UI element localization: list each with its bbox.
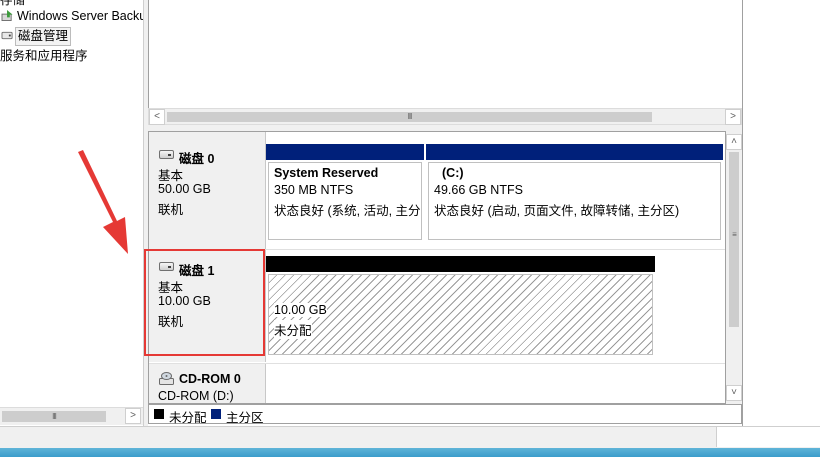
cdrom-icon xyxy=(159,372,174,385)
disk-status: 联机 xyxy=(158,203,184,217)
disk-title: CD-ROM 0 xyxy=(179,372,241,386)
legend-swatch-primary xyxy=(211,409,221,419)
legend-swatch-unallocated xyxy=(154,409,164,419)
scrollbar-thumb[interactable]: III xyxy=(167,112,652,122)
partition-info: 350 MB NTFS xyxy=(274,183,354,197)
scrollbar-thumb[interactable]: ≡ xyxy=(729,152,739,327)
scroll-right-button[interactable]: > xyxy=(725,109,741,125)
status-bar xyxy=(0,426,820,449)
scroll-up-button[interactable]: ˄ xyxy=(726,134,742,150)
chevron-right-icon: > xyxy=(730,111,736,122)
disk-type: CD-ROM (D:) xyxy=(158,389,234,403)
partition-unallocated[interactable]: 10.00 GB 未分配 xyxy=(266,256,655,359)
volume-list-horizontal-scrollbar[interactable]: < III > xyxy=(148,108,742,125)
scroll-left-button[interactable]: < xyxy=(149,109,165,125)
partition-system-reserved[interactable]: System Reserved 350 MB NTFS 状态良好 (系统, 活动… xyxy=(266,144,424,244)
scroll-right-button[interactable]: > xyxy=(125,408,141,424)
legend-label-primary: 主分区 xyxy=(226,411,264,425)
tree-item-label: 存储 xyxy=(0,0,26,7)
disk-management-icon xyxy=(1,31,13,40)
partition-details: 10.00 GB 未分配 xyxy=(268,274,653,355)
tree-horizontal-scrollbar[interactable]: III > xyxy=(0,407,143,425)
disk-title: 磁盘 0 xyxy=(179,152,215,166)
status-bar-segment xyxy=(716,427,820,447)
partition-c-drive[interactable]: (C:) 49.66 GB NTFS 状态良好 (启动, 页面文件, 故障转储,… xyxy=(426,144,723,244)
grip-icon: III xyxy=(52,412,57,421)
tree-item-label: 磁盘管理 xyxy=(15,27,72,46)
partition-details: (C:) 49.66 GB NTFS 状态良好 (启动, 页面文件, 故障转储,… xyxy=(428,162,721,240)
scrollbar-thumb[interactable]: III xyxy=(2,411,106,422)
partition-name: (C:) xyxy=(442,166,464,180)
scroll-down-button[interactable]: ˅ xyxy=(726,385,742,401)
partition-name: System Reserved xyxy=(274,166,379,180)
disk-icon xyxy=(159,150,174,159)
partition-status: 状态良好 (系统, 活动, 主分区) xyxy=(274,204,422,218)
legend-label-unallocated: 未分配 xyxy=(169,411,207,425)
partition-details: System Reserved 350 MB NTFS 状态良好 (系统, 活动… xyxy=(268,162,422,240)
tree-item-label: Windows Server Backup xyxy=(17,9,154,23)
highlight-box xyxy=(144,249,265,356)
red-arrow-icon xyxy=(78,150,128,254)
partition-color-bar xyxy=(426,144,723,160)
chevron-right-icon: > xyxy=(130,410,136,421)
disk-size: 50.00 GB xyxy=(158,182,211,196)
actions-pane xyxy=(742,0,820,426)
partition-status: 未分配 xyxy=(274,320,312,339)
chevron-down-icon: ˅ xyxy=(731,387,737,398)
volume-list-pane xyxy=(148,0,743,108)
grip-icon: III xyxy=(407,112,413,121)
partition-color-bar xyxy=(266,256,655,272)
cdrom-0-label[interactable]: CD-ROM 0 CD-ROM (D:) xyxy=(149,364,266,403)
disk-view-vertical-scrollbar[interactable]: ˄ ≡ ˅ xyxy=(726,131,742,404)
partition-info: 49.66 GB NTFS xyxy=(434,183,523,197)
tree-item-services[interactable]: 服务和应用程序 xyxy=(0,47,88,65)
partition-color-bar xyxy=(266,144,424,160)
backup-icon xyxy=(1,10,13,21)
chevron-up-icon: ˄ xyxy=(731,136,737,147)
legend-bar: 未分配 主分区 xyxy=(148,404,742,425)
partition-info: 10.00 GB xyxy=(274,303,327,317)
tree-item-label: 服务和应用程序 xyxy=(0,49,88,63)
disk-0-label[interactable]: 磁盘 0 基本 50.00 GB 联机 xyxy=(149,132,266,249)
partition-status: 状态良好 (启动, 页面文件, 故障转储, 主分区) xyxy=(434,204,680,218)
chevron-left-icon: < xyxy=(154,111,160,122)
taskbar xyxy=(0,448,820,457)
grip-icon: ≡ xyxy=(732,230,737,239)
